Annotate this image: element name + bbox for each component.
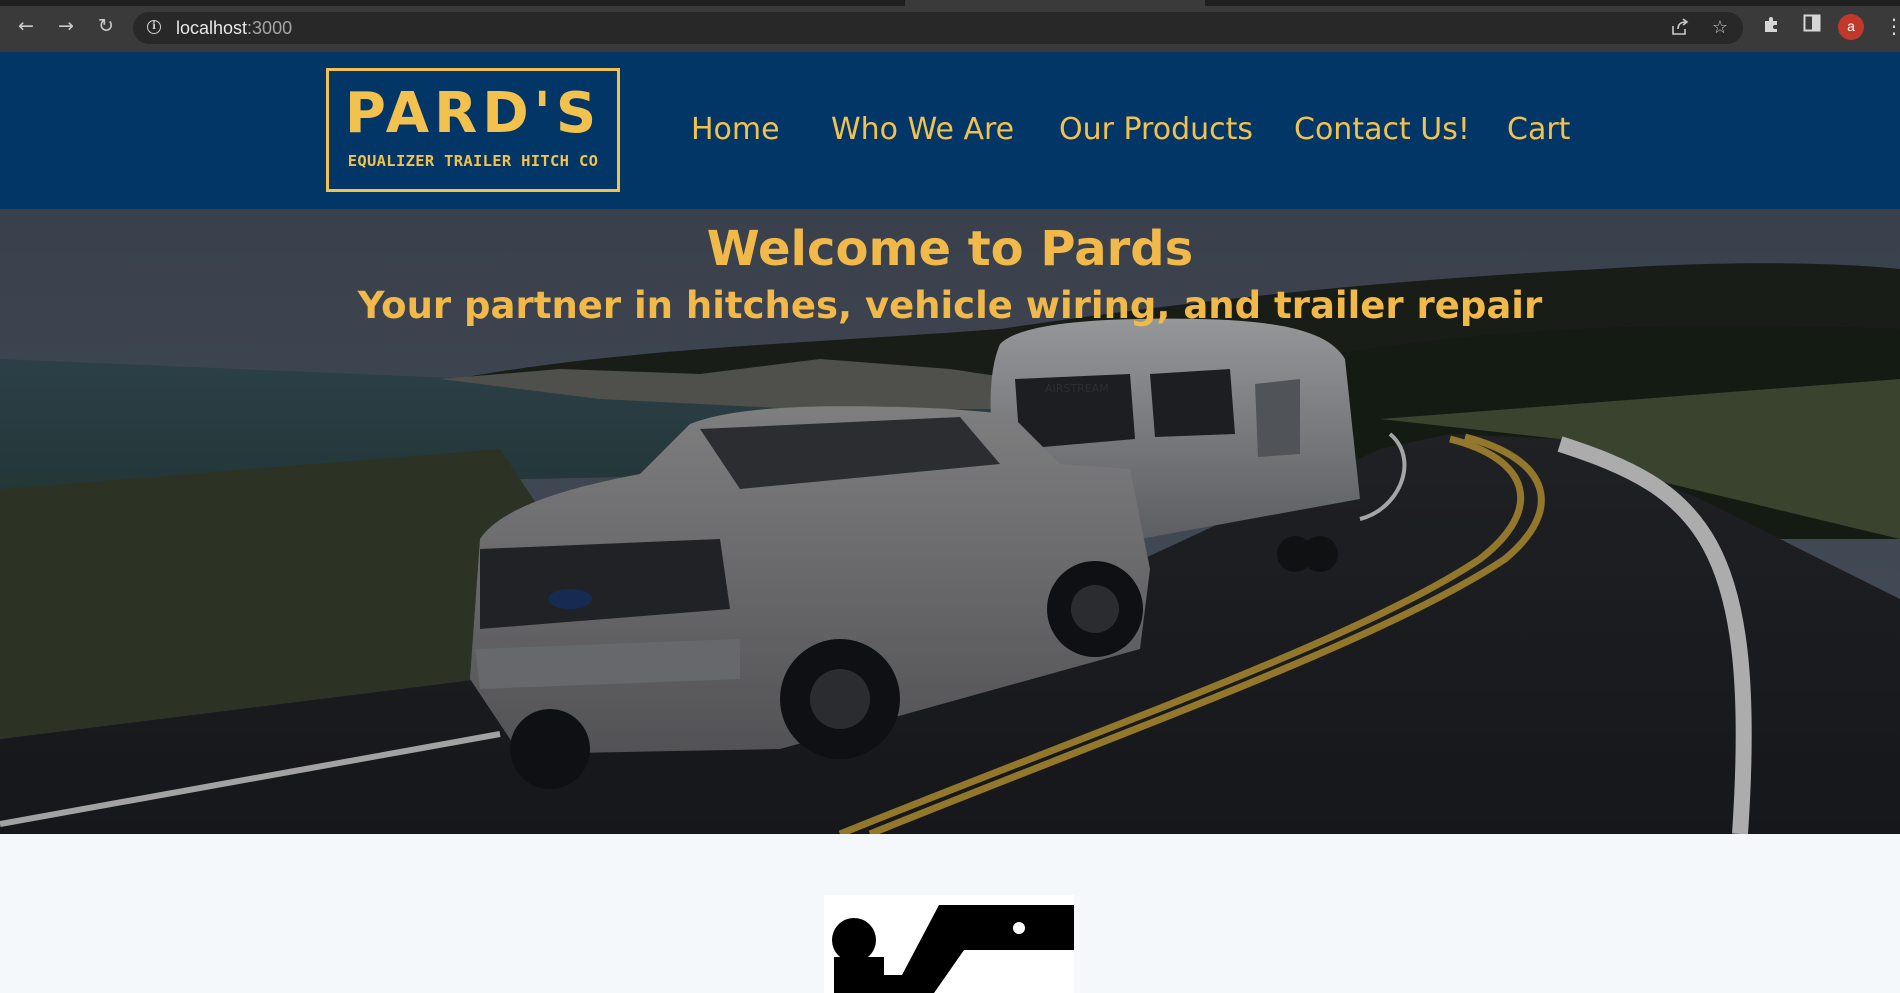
side-panel-icon[interactable] (1800, 14, 1824, 38)
active-tab[interactable] (905, 0, 1205, 6)
profile-avatar[interactable]: a (1838, 14, 1864, 40)
nav-who-we-are[interactable]: Who We Are (831, 110, 1014, 150)
nav-our-products[interactable]: Our Products (1059, 110, 1253, 150)
share-icon[interactable] (1669, 17, 1691, 39)
pards-logo[interactable]: PARD'S EQUALIZER TRAILER HITCH CO (326, 68, 620, 192)
site-info-icon[interactable]: i (147, 20, 161, 34)
browser-toolbar: ← → ↻ i localhost:3000 ☆ a ⋮ (0, 0, 1900, 53)
hero-subtitle: Your partner in hitches, vehicle wiring,… (357, 284, 1543, 327)
trailer-hitch-ball-mount-icon (832, 905, 1074, 993)
hero-title: Welcome to Pards (706, 221, 1194, 277)
more-menu-icon[interactable]: ⋮ (1884, 13, 1900, 39)
site-header: PARD'S EQUALIZER TRAILER HITCH CO Home W… (0, 52, 1900, 209)
nav-home[interactable]: Home (691, 110, 780, 150)
logo-wordmark: PARD'S (344, 81, 602, 146)
product-image[interactable] (824, 895, 1074, 993)
main-content (0, 834, 1900, 993)
reload-icon[interactable]: ↻ (94, 14, 118, 38)
back-arrow-icon[interactable]: ← (14, 14, 38, 38)
nav-contact-us[interactable]: Contact Us! (1294, 110, 1470, 150)
hero-banner: AIRSTREAM Welcome to Pards Your partner … (0, 209, 1900, 834)
url-port: :3000 (247, 18, 293, 38)
extensions-puzzle-icon[interactable] (1760, 14, 1784, 38)
url-host: localhost (176, 18, 248, 38)
address-bar[interactable]: i localhost:3000 ☆ (133, 12, 1743, 44)
url-text[interactable]: localhost:3000 (176, 17, 292, 39)
nav-cart[interactable]: Cart (1507, 110, 1570, 150)
bookmark-star-icon[interactable]: ☆ (1709, 17, 1731, 39)
tab-strip (0, 0, 1900, 6)
forward-arrow-icon[interactable]: → (54, 14, 78, 38)
logo-tagline: EQUALIZER TRAILER HITCH CO (347, 152, 599, 170)
